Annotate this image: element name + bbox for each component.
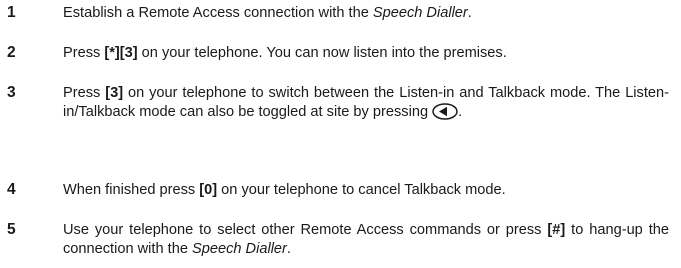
step-number: 1: [7, 4, 16, 21]
step-text-part: .: [458, 103, 463, 120]
step-text-part: .: [286, 240, 291, 257]
step-text-part: on your telephone to switch between the …: [63, 85, 669, 120]
key-sequence: [#]: [547, 222, 566, 238]
step-text: Use your telephone to select other Remot…: [63, 221, 669, 258]
product-name: Speech Dialler: [192, 240, 287, 257]
step-text: Press [*][3] on your telephone. You can …: [63, 44, 669, 63]
step-text-part: .: [467, 5, 472, 21]
key-sequence: [0]: [199, 182, 218, 198]
step-text: Press [3] on your telephone to switch be…: [63, 84, 669, 121]
step-text-part: Use your telephone to select other Remot…: [63, 222, 548, 238]
step-text: Establish a Remote Access connection wit…: [63, 4, 669, 23]
step-number: 2: [7, 44, 16, 61]
step-text-part: Press: [63, 85, 106, 101]
key-sequence: [3]: [105, 85, 124, 101]
step-number: 5: [7, 221, 16, 238]
step-text-part: Press: [63, 45, 105, 61]
step-text-part: Establish a Remote Access connection wit…: [63, 5, 373, 21]
step-text: When finished press [0] on your telephon…: [63, 181, 669, 200]
product-name: Speech Dialler: [372, 5, 468, 21]
step-number: 4: [7, 181, 16, 198]
key-sequence: [*][3]: [104, 45, 138, 61]
step-text-part: When finished press: [63, 182, 200, 198]
step-number: 3: [7, 84, 16, 101]
step-text-part: on your telephone to cancel Talkback mod…: [217, 182, 506, 198]
step-text-part: on your telephone. You can now listen in…: [137, 45, 507, 61]
left-arrow-key-icon: [432, 102, 458, 120]
